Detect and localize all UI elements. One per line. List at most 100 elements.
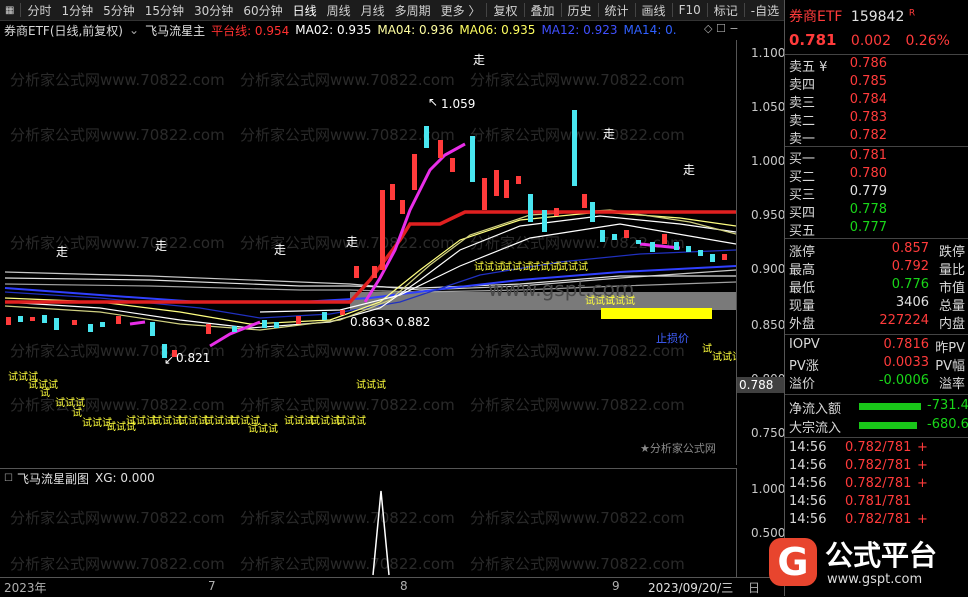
bid-label: 买五 — [789, 224, 816, 239]
period-tab-fenshi[interactable]: 分时 — [22, 2, 56, 19]
stat-row: 外盘 227224 内盘 — [785, 313, 968, 332]
kline-svg[interactable]: 分析家公式网www.70822.com 分析家公式网www.70822.com … — [0, 40, 736, 462]
last-price: 0.781 — [789, 31, 837, 49]
zou-signal: 走 — [603, 127, 615, 141]
tick-time: 14:56 — [789, 476, 827, 491]
ask-row[interactable]: 卖二 0.783 — [785, 110, 968, 129]
sub-chart[interactable]: 分析家公式网www.70822.com 分析家公式网www.70822.com … — [0, 487, 736, 577]
ask-row[interactable]: 卖五 ¥ 0.786 — [785, 56, 968, 75]
ma06-value: MA06: 0.935 — [459, 23, 536, 37]
period-tab-day[interactable]: 日线 — [288, 2, 322, 19]
bid-row[interactable]: 买二 0.780 — [785, 166, 968, 185]
candle — [354, 266, 359, 278]
period-tab-30min[interactable]: 30分钟 — [189, 2, 238, 19]
candle — [722, 254, 727, 260]
dropdown-icon[interactable]: ⌄ — [129, 23, 139, 37]
restore-rights-button[interactable]: 复权 — [488, 2, 522, 19]
period-tab-week[interactable]: 周线 — [322, 2, 356, 19]
shi-signal: 试 — [72, 406, 82, 419]
bid-row[interactable]: 买一 0.781 — [785, 148, 968, 167]
f10-button[interactable]: F10 — [674, 3, 706, 17]
ask-price: 0.783 — [849, 110, 887, 125]
iopv-label: PV幅 — [935, 359, 965, 374]
mark-button[interactable]: 标记 — [709, 2, 743, 19]
watermark-text: 分析家公式网www.70822.com — [10, 126, 225, 144]
sub-indicator-name[interactable]: 飞马流星副图 — [17, 470, 89, 487]
period-tab-month[interactable]: 月线 — [356, 2, 390, 19]
divider — [486, 3, 488, 17]
flow-bar — [859, 422, 917, 429]
watermark-text: 分析家公式网www.70822.com — [470, 555, 685, 573]
quote-panel: 券商ETF 159842 R 0.781 0.002 0.26% 卖五 ¥ 0.7… — [769, 0, 968, 596]
candle — [412, 154, 417, 190]
divider — [523, 3, 525, 17]
trend-line-magenta — [129, 320, 146, 326]
iopv-row: PV涨 0.0033 PV幅 — [785, 355, 968, 374]
remove-watchlist-button[interactable]: -自选 — [746, 2, 784, 19]
stats-button[interactable]: 统计 — [600, 2, 634, 19]
shi-signal: 试试试 — [558, 260, 588, 273]
quote-header: 券商ETF 159842 R — [789, 6, 915, 26]
candle — [88, 324, 93, 332]
diamond-icon[interactable]: ◇ — [704, 22, 712, 35]
price-tick: 0.900 — [751, 262, 786, 276]
period-tab-5min[interactable]: 5分钟 — [98, 2, 140, 19]
ask-price: 0.786 — [849, 56, 887, 71]
stat-label: 涨停 — [789, 245, 816, 260]
shi-signal: 试试试 — [336, 414, 366, 427]
price-tick: 0.950 — [751, 208, 786, 222]
grid-icon[interactable]: ▦ — [0, 5, 19, 16]
tick-price: 0.782/781 — [845, 440, 912, 455]
overlay-button[interactable]: 叠加 — [526, 2, 560, 19]
period-tab-1min[interactable]: 1分钟 — [56, 2, 98, 19]
collapse-icon[interactable]: ☐ — [4, 473, 13, 484]
shi-signal: 试试试 — [474, 260, 504, 273]
candle — [572, 110, 577, 186]
candle — [150, 322, 155, 336]
chart-title[interactable]: 券商ETF(日线,前复权) — [4, 22, 123, 39]
stat-row: 涨停 0.857 跌停 — [785, 241, 968, 260]
stat-label: 内盘 — [938, 317, 965, 332]
draw-line-button[interactable]: 画线 — [637, 2, 671, 19]
flow-bar — [859, 403, 921, 410]
history-button[interactable]: 历史 — [563, 2, 597, 19]
period-tab-more[interactable]: 更多 〉 — [436, 2, 486, 19]
period-tab-60min[interactable]: 60分钟 — [238, 2, 287, 19]
zou-signal: 走 — [683, 163, 695, 177]
bid-row[interactable]: 买三 0.779 — [785, 184, 968, 203]
candle — [636, 240, 641, 244]
ask-row[interactable]: 卖四 0.785 — [785, 74, 968, 93]
quote-price-line: 0.781 0.002 0.26% — [789, 31, 950, 49]
candle — [6, 317, 11, 325]
price-axis: 1.100 1.050 1.000 0.950 0.900 0.850 0.80… — [736, 40, 785, 465]
shi-signal: 试试试 — [248, 422, 278, 435]
stat-label: 最高 — [789, 263, 816, 278]
expand-icon[interactable]: ☐ — [716, 22, 726, 35]
collapse-icon[interactable]: − — [729, 22, 738, 35]
zou-signal: 走 — [274, 243, 286, 257]
platform-line-value: 平台线: 0.954 — [211, 23, 290, 38]
main-kline-chart[interactable]: 分析家公式网www.70822.com 分析家公式网www.70822.com … — [0, 40, 736, 462]
ask-label: 卖四 — [789, 78, 816, 93]
logo-text: 公式平台 — [825, 539, 938, 572]
candle — [612, 234, 617, 240]
brand-small: ★分析家公式网 — [640, 441, 716, 455]
ask-row[interactable]: 卖三 0.784 — [785, 92, 968, 111]
divider — [706, 3, 708, 17]
candle — [470, 136, 475, 182]
tick-dir: + — [917, 458, 928, 473]
chart-controls: ◇ ☐ − — [704, 22, 739, 35]
indicator-name[interactable]: 飞马流星主 — [145, 22, 205, 39]
ma04-value: MA04: 0.936 — [377, 23, 454, 37]
divider — [785, 437, 968, 438]
bid-row[interactable]: 买四 0.778 — [785, 202, 968, 221]
stat-row: 最低 0.776 市值 — [785, 277, 968, 296]
flow-label: 大宗流入 — [789, 421, 842, 436]
period-tab-15min[interactable]: 15分钟 — [140, 2, 189, 19]
stat-value: 0.776 — [891, 277, 929, 292]
bid-row[interactable]: 买五 0.777 — [785, 220, 968, 239]
candle — [686, 246, 691, 252]
period-tab-multi[interactable]: 多周期 — [390, 2, 436, 19]
stat-value: 227224 — [879, 313, 929, 328]
ask-row[interactable]: 卖一 0.782 — [785, 128, 968, 147]
